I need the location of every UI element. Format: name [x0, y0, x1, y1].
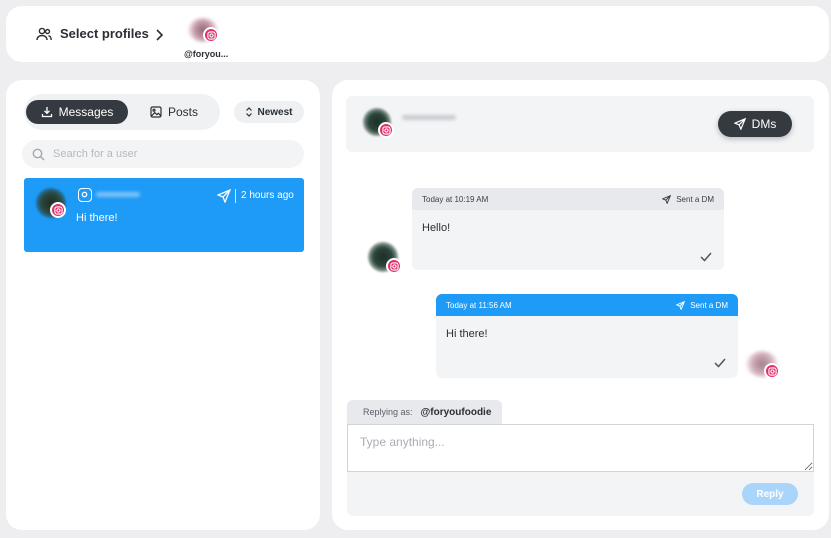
- conversation-time: 2 hours ago: [241, 190, 294, 201]
- select-profiles-button[interactable]: Select profiles: [36, 26, 149, 41]
- replying-as-handle: @foryoufoodie: [420, 406, 492, 418]
- message-timestamp: Today at 11:56 AM: [446, 300, 512, 310]
- tab-posts-label: Posts: [168, 105, 199, 119]
- sort-label: Newest: [257, 106, 293, 118]
- send-icon: [217, 189, 231, 203]
- send-icon: [676, 300, 686, 310]
- send-icon: [662, 194, 672, 204]
- select-profiles-label: Select profiles: [60, 26, 149, 41]
- reply-composer: Reply: [347, 424, 814, 516]
- user-search: [22, 140, 304, 168]
- chat-header: DMs: [346, 96, 814, 152]
- selected-profile-handle: @foryou...: [184, 49, 229, 59]
- message-status-label: Sent a DM: [690, 300, 728, 310]
- image-icon: [150, 106, 162, 118]
- message-status: Sent a DM: [662, 194, 714, 204]
- message-text: Hello!: [422, 222, 451, 234]
- instagram-icon: [203, 27, 219, 43]
- search-input[interactable]: [53, 148, 283, 160]
- sort-icon: [246, 107, 253, 117]
- conversation-preview: Hi there!: [76, 212, 118, 224]
- users-icon: [36, 27, 52, 40]
- message-timestamp: Today at 10:19 AM: [422, 194, 489, 204]
- message-bubble: Today at 11:56 AM Sent a DM Hi there!: [436, 294, 738, 378]
- dms-button[interactable]: DMs: [718, 111, 792, 137]
- send-icon: [733, 118, 746, 130]
- check-icon: [700, 252, 712, 262]
- message-status: Sent a DM: [676, 300, 728, 310]
- contact-name-blurred: [402, 115, 456, 120]
- chevron-right-icon: [156, 29, 164, 41]
- message-header: Today at 11:56 AM Sent a DM: [436, 294, 738, 316]
- message-text: Hi there!: [446, 328, 488, 340]
- check-icon: [714, 358, 726, 368]
- search-icon: [32, 148, 45, 160]
- instagram-icon: [50, 202, 66, 218]
- instagram-platform-icon: [78, 188, 92, 202]
- divider: [235, 189, 236, 203]
- instagram-icon: [764, 363, 780, 379]
- conversations-panel: Messages Posts Newest 2 hours ago Hi the…: [6, 80, 320, 530]
- instagram-icon: [386, 258, 402, 274]
- conversation-username-blurred: [96, 192, 140, 197]
- conversation-item[interactable]: 2 hours ago Hi there!: [24, 178, 304, 252]
- sort-newest-button[interactable]: Newest: [234, 101, 304, 123]
- replying-as: Replying as: @foryoufoodie: [347, 400, 502, 424]
- tab-posts[interactable]: Posts: [150, 100, 198, 124]
- download-icon: [41, 107, 52, 118]
- chat-panel: DMs Today at 10:19 AM Sent a DM Hello! T…: [332, 80, 829, 530]
- replying-as-label: Replying as:: [363, 407, 413, 417]
- reply-textarea[interactable]: [347, 424, 814, 472]
- profile-selector-bar: Select profiles @foryou...: [6, 6, 829, 62]
- instagram-icon: [378, 122, 394, 138]
- reply-button[interactable]: Reply: [742, 483, 798, 505]
- dms-label: DMs: [751, 117, 777, 131]
- message-header: Today at 10:19 AM Sent a DM: [412, 188, 724, 210]
- message-status-label: Sent a DM: [676, 194, 714, 204]
- message-bubble: Today at 10:19 AM Sent a DM Hello!: [412, 188, 724, 270]
- tab-messages[interactable]: Messages: [26, 100, 128, 124]
- tab-messages-label: Messages: [58, 105, 114, 119]
